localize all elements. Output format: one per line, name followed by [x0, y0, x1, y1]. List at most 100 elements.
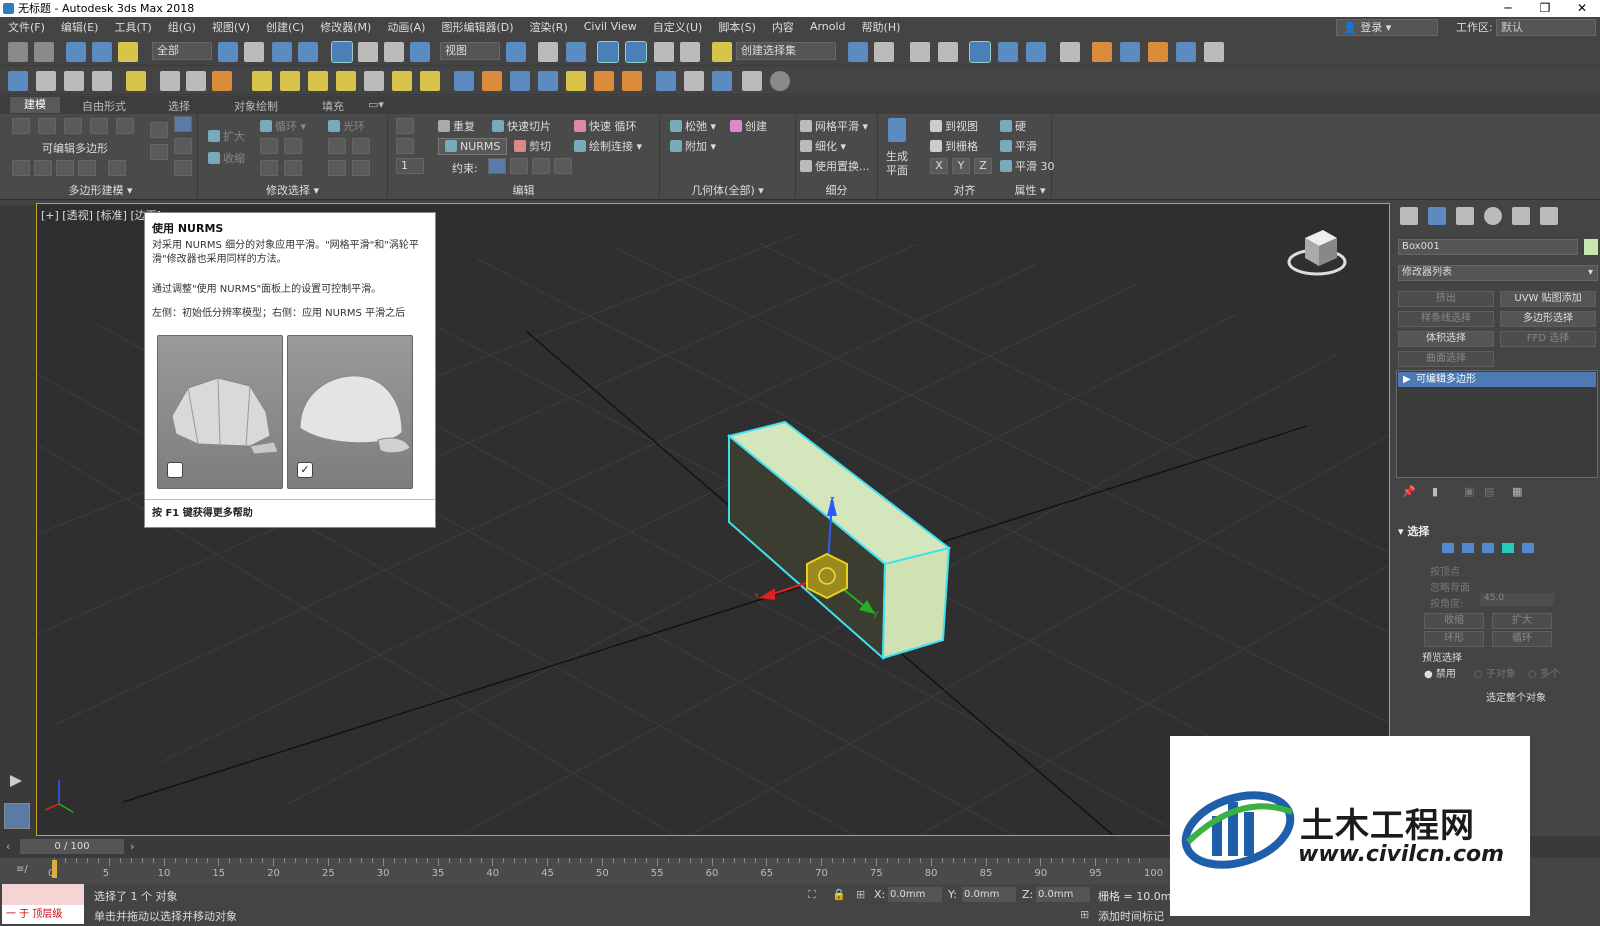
to-grid-button[interactable]: 到栅格: [930, 138, 978, 154]
ring-shrink-icon[interactable]: [352, 138, 370, 154]
pivot-align-icon[interactable]: [174, 160, 192, 176]
constraint-none-icon[interactable]: [488, 158, 506, 174]
align-z-button[interactable]: Z: [974, 158, 992, 174]
loop-mode-icon[interactable]: [260, 160, 278, 176]
shrink-sel-button[interactable]: 收缩: [1424, 613, 1484, 629]
unlink-icon[interactable]: [92, 42, 112, 62]
layer-explorer-icon[interactable]: [938, 42, 958, 62]
cut-button[interactable]: 剪切: [514, 138, 551, 154]
link-icon[interactable]: [66, 42, 86, 62]
rollout-header[interactable]: ▾ 选择: [1398, 523, 1429, 539]
y-coord-field[interactable]: 0.0mm: [962, 887, 1016, 902]
shrink-button[interactable]: 收缩: [208, 150, 245, 166]
isolate-icon[interactable]: ⛶: [808, 888, 816, 902]
menu-item-5[interactable]: 创建(C): [258, 19, 312, 35]
create-button[interactable]: 创建: [730, 118, 767, 134]
by-vertex-checkbox[interactable]: 按顶点: [1430, 563, 1460, 578]
object-name-field[interactable]: Box001: [1398, 239, 1578, 255]
x-coord-field[interactable]: 0.0mm: [888, 887, 942, 902]
maximize-icon[interactable]: ❐: [1527, 0, 1563, 17]
menu-item-7[interactable]: 动画(A): [379, 19, 433, 35]
absolute-mode-icon[interactable]: ⊞: [856, 888, 865, 901]
loop-button[interactable]: 循环 ▾: [260, 118, 306, 134]
use-displace-button[interactable]: 使用置换...: [800, 158, 870, 174]
cone-icon[interactable]: [364, 71, 384, 91]
menu-item-1[interactable]: 编辑(E): [53, 19, 107, 35]
constraint-normal-icon[interactable]: [554, 158, 572, 174]
workspace-dropdown[interactable]: 默认: [1496, 19, 1596, 36]
create-tab-icon[interactable]: [1400, 207, 1418, 225]
align-icon[interactable]: [874, 42, 894, 62]
menu-item-6[interactable]: 修改器(M): [312, 19, 379, 35]
display-tab-icon[interactable]: [1512, 207, 1530, 225]
quickslice-button[interactable]: 快速切片: [492, 118, 551, 134]
show-cage-icon[interactable]: [174, 138, 192, 154]
angle-snap-icon[interactable]: [625, 41, 647, 63]
modifier-list-dropdown[interactable]: 修改器列表 ▾: [1398, 265, 1598, 281]
sun-icon[interactable]: [392, 71, 412, 91]
mirror-icon[interactable]: [848, 42, 868, 62]
remove-modifier-icon[interactable]: ▤: [1484, 485, 1494, 498]
ignore-backface-icon[interactable]: [174, 116, 192, 132]
menu-item-2[interactable]: 工具(T): [106, 19, 159, 35]
select-rotate-icon[interactable]: [358, 42, 378, 62]
material-ball-icon[interactable]: [656, 71, 676, 91]
sel-polygon-icon[interactable]: [1502, 543, 1514, 553]
collapse-icon[interactable]: [150, 144, 168, 160]
menu-item-11[interactable]: 自定义(U): [645, 19, 711, 35]
utilities-tab-icon[interactable]: [1540, 207, 1558, 225]
material-editor-icon[interactable]: [1060, 42, 1080, 62]
tab-modeling[interactable]: 建模: [10, 97, 60, 113]
box-primitive-icon[interactable]: [252, 71, 272, 91]
play-icon[interactable]: [10, 775, 22, 787]
viewport-layout-icon[interactable]: [1204, 42, 1224, 62]
edge-mode-icon[interactable]: [38, 118, 56, 134]
next-frame-icon[interactable]: ›: [130, 840, 134, 853]
ribbon-options-icon[interactable]: ▭▾: [368, 98, 384, 111]
render-cloud-icon[interactable]: [1176, 42, 1196, 62]
redo-icon[interactable]: [34, 42, 54, 62]
menu-item-10[interactable]: Civil View: [576, 20, 645, 33]
sky-icon[interactable]: [420, 71, 440, 91]
minimize-icon[interactable]: ─: [1490, 0, 1526, 17]
walk-icon[interactable]: [160, 71, 180, 91]
poly-select-button[interactable]: 多边形选择: [1500, 311, 1596, 327]
geo-icon[interactable]: [510, 71, 530, 91]
tab-freeform[interactable]: 自由形式: [82, 98, 126, 114]
time-tag-icon[interactable]: ⊞: [1080, 908, 1089, 921]
smooth-button[interactable]: 平滑: [1000, 138, 1037, 154]
configure-sets-icon[interactable]: ▦: [1512, 485, 1522, 498]
by-angle-checkbox[interactable]: 按角度:: [1430, 595, 1463, 610]
sel-vertex-icon[interactable]: [1442, 543, 1454, 553]
rendered-frame-icon[interactable]: [1120, 42, 1140, 62]
menu-item-13[interactable]: 内容: [764, 19, 802, 35]
stack-icon-4[interactable]: [78, 160, 96, 176]
menu-item-15[interactable]: 帮助(H): [854, 19, 909, 35]
pin-stack-icon[interactable]: 📌: [1402, 485, 1416, 498]
ffd-select-button[interactable]: FFD 选择: [1500, 331, 1596, 347]
maxscript-listener[interactable]: [2, 884, 84, 905]
align-y-button[interactable]: Y: [952, 158, 970, 174]
select-move-icon[interactable]: [331, 41, 353, 63]
sound-icon[interactable]: [186, 71, 206, 91]
border-mode-icon[interactable]: [64, 118, 82, 134]
gizmo-center[interactable]: [806, 552, 848, 600]
menu-item-9[interactable]: 渲染(R): [522, 19, 576, 35]
edit-named-selection-icon[interactable]: [712, 42, 732, 62]
generate-plane-icon[interactable]: [888, 118, 906, 142]
ring-grow-icon[interactable]: [328, 138, 346, 154]
repeat-spinner[interactable]: 1: [396, 158, 424, 174]
menu-item-12[interactable]: 脚本(S): [710, 19, 764, 35]
track-bar[interactable]: ≡/ 0510152025303540455055606570758085909…: [0, 858, 1170, 884]
vertex-mode-icon[interactable]: [12, 118, 30, 134]
tessellate-button[interactable]: 细化 ▾: [800, 138, 846, 154]
help-icon[interactable]: [770, 71, 790, 91]
paint-connect-button[interactable]: 绘制连接 ▾: [574, 138, 642, 154]
render-setup-icon[interactable]: [1092, 42, 1112, 62]
hard-button[interactable]: 硬: [1000, 118, 1026, 134]
log-icon[interactable]: [742, 71, 762, 91]
align-x-button[interactable]: X: [930, 158, 948, 174]
particles-icon[interactable]: [454, 71, 474, 91]
lock-selection-icon[interactable]: 🔒: [832, 888, 846, 901]
stack-icon-3[interactable]: [56, 160, 74, 176]
